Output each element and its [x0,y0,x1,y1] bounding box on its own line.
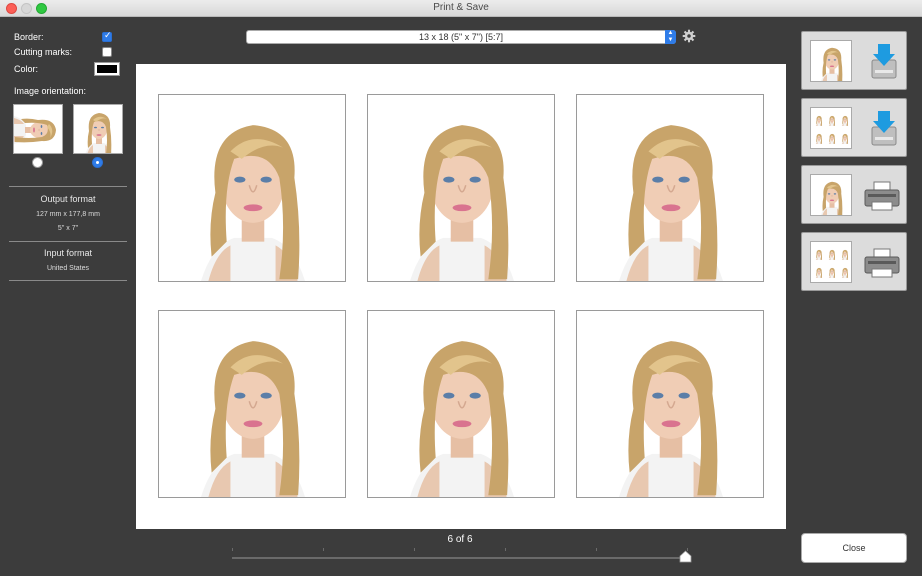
format-select-value: 13 x 18 (5" x 7") [5:7] [419,32,503,42]
print-preview-page [136,64,786,529]
slider-knob[interactable] [679,550,692,563]
border-checkbox[interactable] [102,31,112,42]
cutting-marks-label: Cutting marks: [14,47,73,57]
photo-tile [158,94,346,282]
printer-icon [864,248,900,278]
single-photo-thumb [810,174,852,216]
portrait-orientation-thumb[interactable] [73,104,123,154]
orientation-label: Image orientation: [14,86,87,96]
format-select[interactable]: 13 x 18 (5" x 7") [5:7] ▲ ▼ [246,30,676,44]
divider [9,241,127,242]
portrait-radio[interactable] [92,157,103,168]
chevron-updown-icon: ▲ ▼ [665,30,676,44]
input-format-value: United States [46,265,90,272]
divider [9,186,127,187]
landscape-radio[interactable] [32,157,43,168]
output-format-metric: 127 mm x 177,8 mm [36,211,100,218]
slider-tick [505,548,506,551]
output-format-title: Output format [40,194,96,204]
title-bar: Print & Save [0,0,922,17]
close-button[interactable]: Close [801,533,907,563]
download-icon [871,44,897,79]
print-single-photo-button[interactable] [801,165,907,224]
single-photo-thumb [810,40,852,82]
output-format-imperial: 5" x 7" [57,225,79,232]
portrait-image [74,105,123,154]
photo-tile [367,94,555,282]
printer-icon [864,181,900,211]
window-title: Print & Save [433,2,489,13]
photo-tile [158,310,346,498]
divider [9,280,127,281]
input-format-title: Input format [43,248,93,258]
landscape-orientation-thumb[interactable] [13,104,63,154]
color-label: Color: [14,64,39,74]
save-single-photo-button[interactable] [801,31,907,90]
slider-tick [232,548,233,551]
color-picker[interactable] [94,62,120,76]
photo-sheet-thumb [810,241,852,283]
page-slider[interactable] [232,557,688,559]
cutting-marks-checkbox[interactable] [102,47,112,57]
slider-tick [414,548,415,551]
landscape-portrait-image [14,105,63,154]
page-count-label: 6 of 6 [447,534,473,545]
slider-tick [323,548,324,551]
download-icon [871,111,897,146]
slider-tick [596,548,597,551]
print-photo-sheet-button[interactable] [801,232,907,291]
save-photo-sheet-button[interactable] [801,98,907,157]
photo-sheet-thumb [810,107,852,149]
photo-tile [576,94,764,282]
photo-tile [576,310,764,498]
border-label: Border: [14,32,44,42]
color-swatch-fill [97,65,117,73]
gear-icon[interactable] [682,29,696,43]
photo-tile [367,310,555,498]
